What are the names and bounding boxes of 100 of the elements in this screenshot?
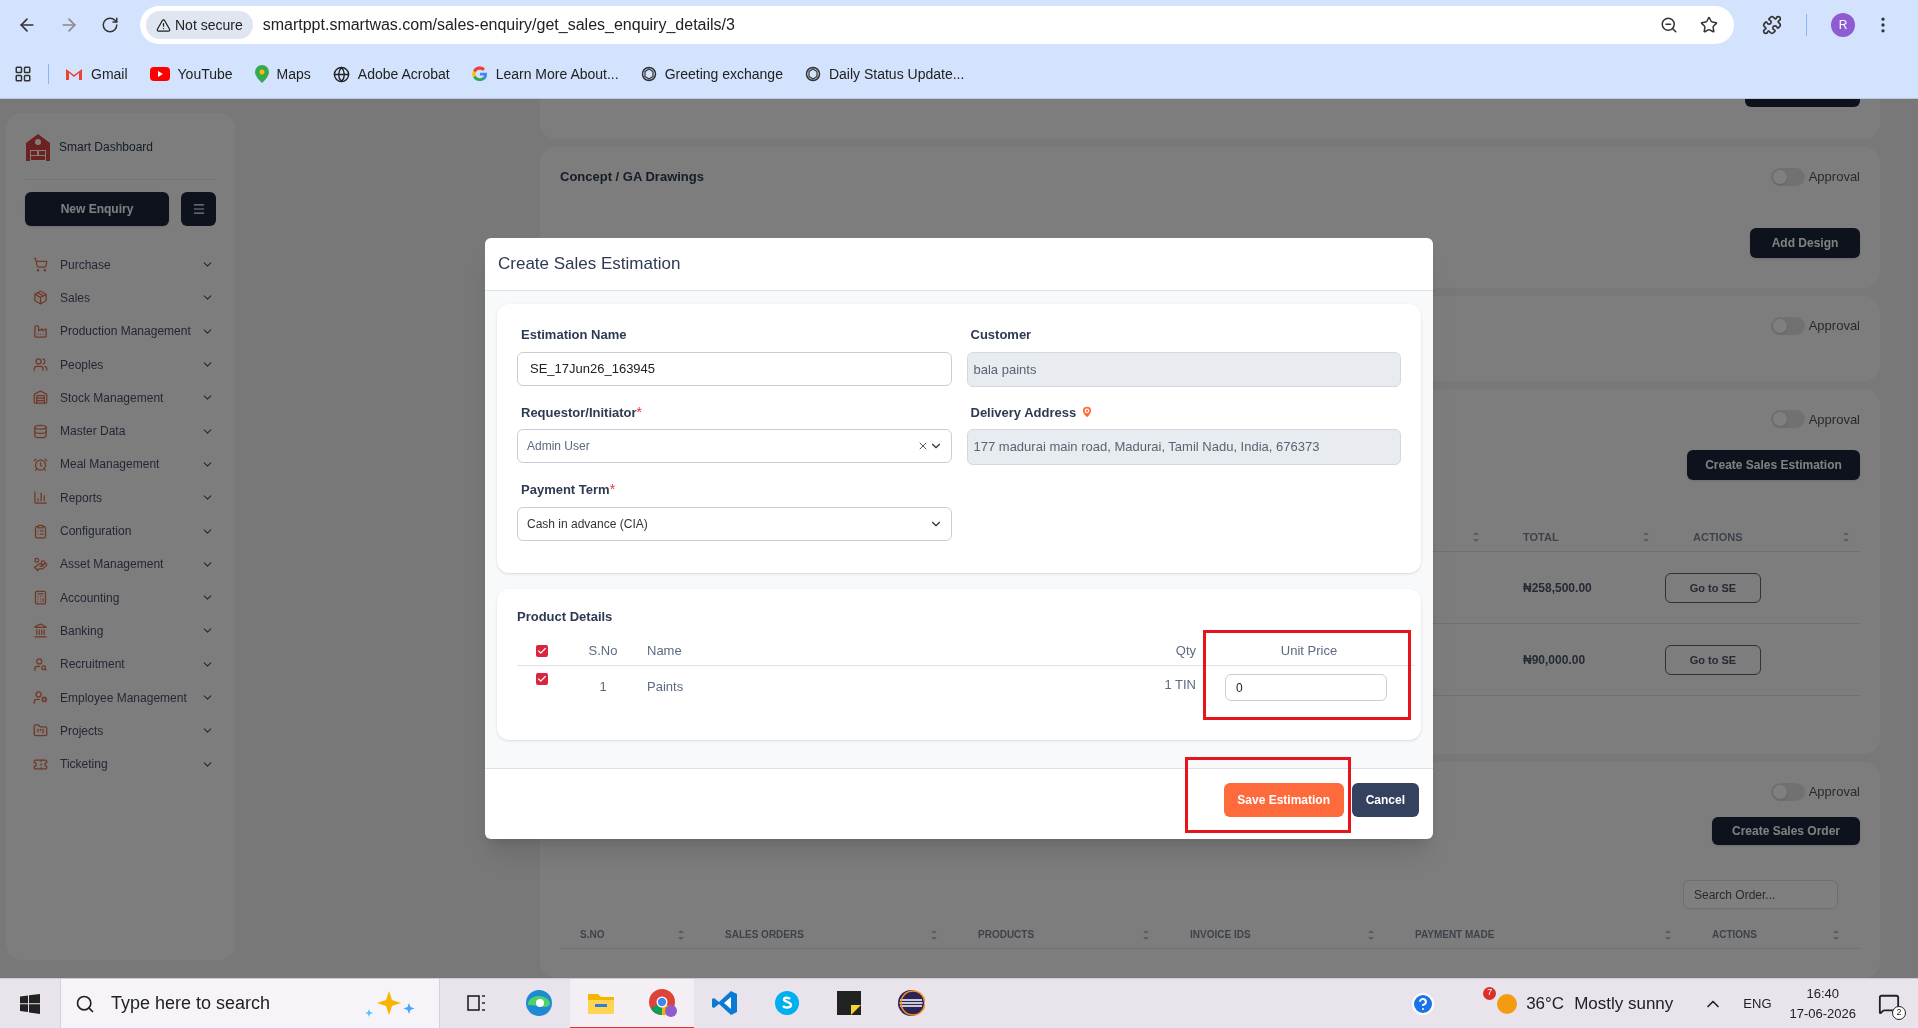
field-label: Requestor/Initiator [521, 403, 637, 422]
sidebar-menu-item[interactable]: Production Management [25, 314, 216, 348]
knot-icon [804, 66, 821, 82]
field-label: Delivery Address [970, 403, 1077, 422]
windows-start-icon[interactable] [20, 993, 40, 1014]
weather-condition: Mostly sunny [1574, 992, 1674, 1015]
apps-grid-icon[interactable] [14, 65, 32, 83]
bookmark[interactable]: Greeting exchange [640, 63, 783, 85]
new-enquiry-button[interactable]: New Enquiry [25, 192, 169, 226]
chat-app-icon[interactable] [773, 988, 801, 1017]
clock-date[interactable]: 17-06-2026 [1789, 1003, 1856, 1023]
zoom-out-icon[interactable] [1660, 16, 1678, 34]
create-sales-estimation-button[interactable]: Create Sales Estimation [1687, 450, 1860, 481]
required-asterisk: * [636, 402, 643, 422]
approval-toggle[interactable] [1770, 316, 1805, 335]
profile-avatar[interactable]: R [1831, 13, 1855, 37]
menu-item-icon [33, 690, 48, 705]
field-label: Customer [970, 326, 1032, 344]
sidebar-menu-item[interactable]: Recruitment [25, 647, 216, 681]
sidebar-menu-item[interactable]: Meal Management [25, 447, 216, 482]
total-cell-text: ₦90,000.00 [1522, 651, 1587, 669]
sidebar-menu-item[interactable]: Ticketing [25, 747, 216, 781]
menu-item-icon [33, 723, 48, 739]
bookmark[interactable]: Daily Status Update... [804, 63, 965, 85]
required-asterisk: * [609, 480, 616, 500]
row-checkbox[interactable] [536, 673, 548, 686]
notifications-icon[interactable] [1878, 992, 1900, 1015]
search-icon [75, 993, 95, 1014]
add-design-button[interactable]: Add Design [1750, 228, 1860, 259]
extensions-icon[interactable] [1762, 15, 1782, 35]
reload-icon[interactable] [101, 16, 119, 34]
sidebar-menu-item[interactable]: Employee Management [25, 680, 216, 715]
approval-toggle[interactable] [1770, 783, 1805, 802]
globe-icon [332, 65, 350, 83]
sidebar-menu-item[interactable]: Projects [25, 714, 216, 748]
taskbar-search[interactable]: Type here to search [60, 978, 440, 1028]
sidebar-menu-item[interactable]: Master Data [25, 414, 216, 448]
sidebar-menu-item[interactable]: Banking [25, 614, 216, 648]
language-indicator[interactable]: ENG [1743, 993, 1772, 1014]
chrome-icon[interactable] [647, 986, 679, 1019]
save-estimation-button[interactable]: Save Estimation [1223, 783, 1344, 818]
menu-item-icon [33, 257, 48, 273]
clock-time[interactable]: 16:40 [1806, 984, 1839, 1004]
sidebar-menu-item[interactable]: Stock Management [25, 381, 216, 415]
approval-label: Approval [1808, 783, 1860, 802]
edge-browser-icon[interactable] [524, 987, 554, 1018]
star-icon[interactable] [1700, 16, 1718, 34]
menu-item-icon [33, 323, 48, 339]
column-header: ACTIONS [1712, 928, 1757, 943]
sticky-note-icon[interactable] [836, 989, 862, 1016]
sidebar-menu-item[interactable]: Asset Management [25, 547, 216, 581]
approval-label: Approval [1808, 410, 1860, 429]
menu-item-icon [33, 590, 48, 606]
unit-price-input[interactable]: 0 [1225, 674, 1387, 702]
sidebar-menu-item[interactable]: Accounting [25, 580, 216, 615]
sidebar-menu-item[interactable]: Configuration [25, 514, 216, 548]
column-header: S.NO [580, 928, 605, 943]
select-field[interactable]: Cash in advance (CIA) [517, 506, 952, 541]
bookmark[interactable]: Maps [254, 63, 311, 85]
mail-icon [65, 67, 83, 81]
sidebar-menu-item[interactable]: Peoples [25, 347, 216, 382]
name-cell-text: Paints [647, 678, 685, 697]
column-header: PRODUCTS [978, 928, 1035, 943]
task-view-icon[interactable] [466, 992, 488, 1013]
address-bar[interactable]: Not secure smartppt.smartwas.com/sales-enquiry/get_sales_enquiry_details/3 [140, 6, 1734, 44]
column-header: Unit Price [1280, 642, 1338, 660]
select-field[interactable]: Admin User [517, 429, 952, 464]
text-input[interactable]: SE_17Jun26_163945 [517, 351, 952, 386]
eclipse-icon[interactable] [897, 988, 925, 1017]
approval-toggle[interactable] [1770, 168, 1805, 187]
go-to-se-button[interactable]: Go to SE [1665, 644, 1761, 675]
url-text: smartppt.smartwas.com/sales-enquiry/get_sales_enquiry_details/3 [262, 15, 736, 35]
create-sales-order-button[interactable]: Create Sales Order [1712, 817, 1860, 846]
bookmark[interactable]: YouTube [149, 63, 233, 85]
knot-icon [640, 66, 657, 82]
search-order-input[interactable]: Search Order... [1683, 880, 1838, 910]
google-g-icon [471, 66, 488, 82]
menu-item-icon [33, 490, 48, 506]
bookmark[interactable]: Adobe Acrobat [332, 63, 450, 85]
code-editor-icon[interactable] [711, 988, 739, 1017]
column-header: Name [647, 642, 683, 660]
go-to-se-button[interactable]: Go to SE [1665, 572, 1761, 603]
map-pin-icon [254, 65, 269, 83]
section-title: Concept / GA Drawings [560, 168, 704, 187]
approval-toggle[interactable] [1770, 410, 1805, 429]
help-icon[interactable] [1411, 991, 1436, 1016]
select-all-checkbox[interactable] [536, 644, 548, 657]
menu-toggle-button[interactable] [181, 192, 216, 226]
sidebar-menu-item[interactable]: Reports [25, 481, 216, 515]
approval-label: Approval [1808, 316, 1860, 335]
bookmark[interactable]: Gmail [65, 63, 128, 85]
sidebar-menu-item[interactable]: Purchase [25, 248, 216, 282]
menu-item-icon [33, 556, 48, 572]
cancel-button[interactable]: Cancel [1351, 783, 1419, 818]
column-header: Qty [1174, 642, 1197, 660]
security-chip[interactable]: Not secure [146, 11, 253, 39]
sidebar-menu-item[interactable]: Sales [25, 281, 216, 315]
menu-item-icon [33, 656, 48, 672]
warning-icon [156, 17, 171, 33]
bookmark[interactable]: Learn More About... [471, 63, 619, 85]
